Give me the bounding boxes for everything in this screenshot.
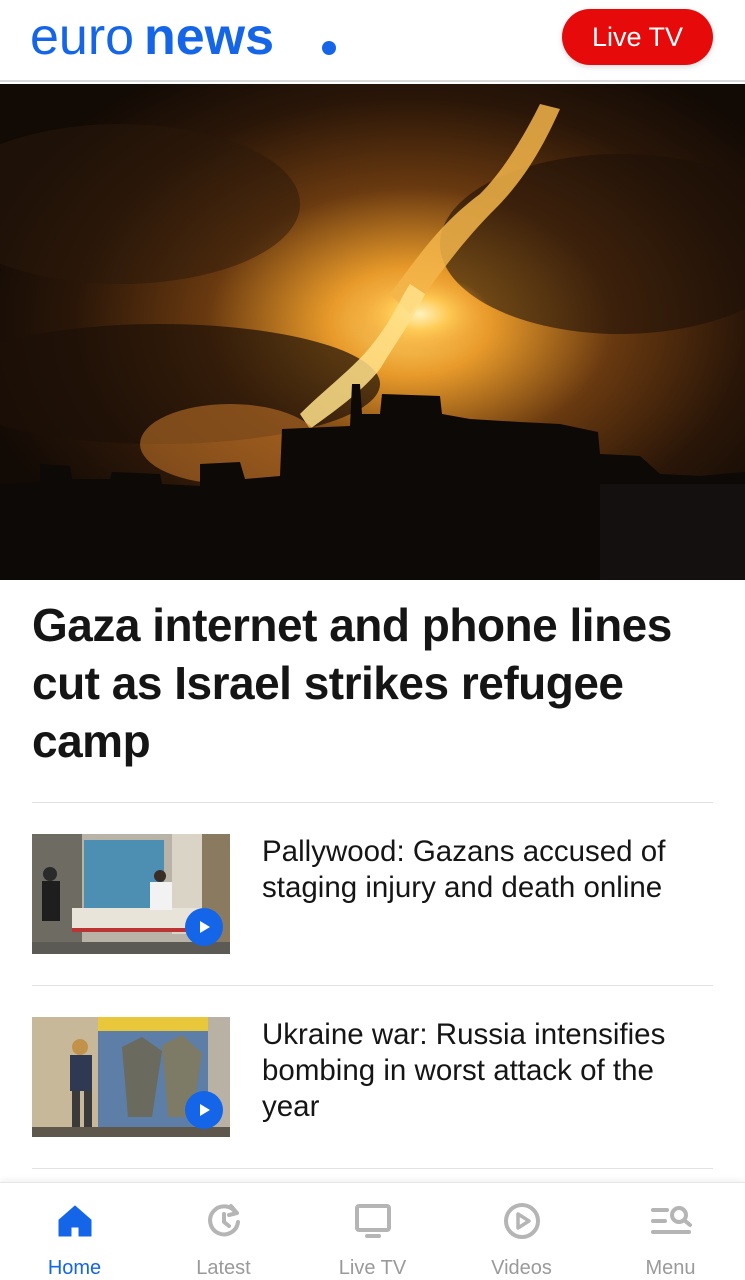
menu-search-icon — [649, 1201, 693, 1241]
home-icon — [57, 1201, 93, 1241]
live-tv-button[interactable]: Live TV — [562, 9, 713, 65]
lead-headline[interactable]: Gaza internet and phone lines cut as Isr… — [32, 596, 712, 770]
divider — [32, 802, 713, 803]
euronews-logo[interactable]: euro news — [30, 10, 340, 66]
nav-menu[interactable]: Menu — [596, 1183, 745, 1280]
story-thumbnail[interactable] — [32, 1017, 230, 1137]
play-icon[interactable] — [185, 1091, 223, 1129]
play-icon[interactable] — [185, 908, 223, 946]
top-header: euro news Live TV — [0, 0, 745, 82]
nav-label: Latest — [196, 1257, 251, 1279]
story-item[interactable]: Ukraine war: Russia intensifies bombing … — [32, 1017, 713, 1137]
nav-label: Videos — [491, 1257, 552, 1279]
story-title[interactable]: Pallywood: Gazans accused of staging inj… — [262, 834, 713, 906]
divider — [32, 985, 713, 986]
nav-home[interactable]: Home — [0, 1183, 149, 1280]
tv-icon — [354, 1201, 392, 1241]
nav-label: Menu — [645, 1257, 696, 1279]
story-item[interactable]: Pallywood: Gazans accused of staging inj… — [32, 834, 713, 954]
logo-news-text: news — [144, 10, 274, 66]
hero-image[interactable] — [0, 84, 745, 580]
nav-videos[interactable]: Videos — [447, 1183, 596, 1280]
nav-label: Live TV — [338, 1257, 407, 1279]
story-title[interactable]: Ukraine war: Russia intensifies bombing … — [262, 1017, 713, 1125]
latest-icon — [205, 1201, 243, 1241]
logo-euro-text: euro — [30, 10, 134, 66]
story-thumbnail[interactable] — [32, 834, 230, 954]
nav-live-tv[interactable]: Live TV — [298, 1183, 447, 1280]
nav-latest[interactable]: Latest — [149, 1183, 298, 1280]
nav-label: Home — [47, 1257, 102, 1279]
divider — [32, 1168, 713, 1169]
bottom-nav: Home Latest Live TV Videos Menu — [0, 1182, 745, 1280]
logo-dot — [322, 41, 336, 55]
play-circle-icon — [503, 1201, 541, 1241]
